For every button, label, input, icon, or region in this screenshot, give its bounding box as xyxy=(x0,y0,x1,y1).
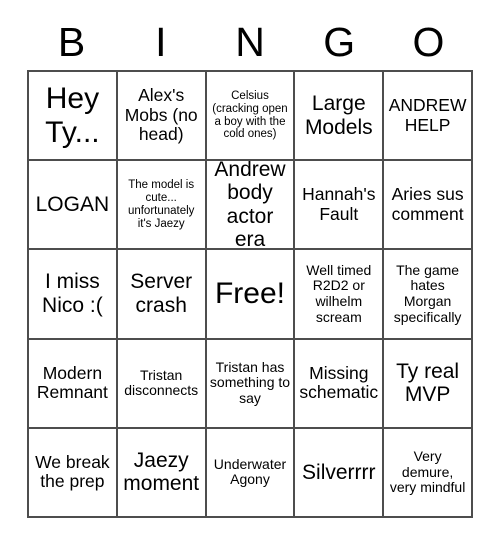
bingo-cell-g5[interactable]: Silverrrr xyxy=(295,428,385,518)
bingo-cell-text: Andrew body actor era xyxy=(214,161,286,251)
bingo-cell-b4[interactable]: Modern Remnant xyxy=(29,339,118,429)
bingo-cell-text: Missing schematic xyxy=(299,362,379,403)
bingo-header-letter-b: B xyxy=(57,18,86,65)
bingo-cell-g4[interactable]: Missing schematic xyxy=(295,339,385,429)
bingo-cell-o5[interactable]: Very demure, very mindful xyxy=(384,428,473,518)
bingo-cell-o4[interactable]: Ty real MVP xyxy=(384,339,473,429)
bingo-cell-n4[interactable]: Tristan has something to say xyxy=(206,339,296,429)
bingo-cell-g1[interactable]: Large Models xyxy=(295,72,385,162)
bingo-cell-n1[interactable]: Celsius (cracking open a boy with the co… xyxy=(206,72,296,162)
bingo-cell-text: Server crash xyxy=(130,270,193,317)
bingo-card: B I N G O Hey Ty... Alex's Mobs (no head… xyxy=(0,0,500,544)
bingo-cell-text: Well timed R2D2 or wilhelm scream xyxy=(306,261,372,325)
bingo-cell-text: Very demure, very mindful xyxy=(389,447,466,496)
bingo-cell-b2[interactable]: LOGAN xyxy=(29,161,118,251)
bingo-cell-i5[interactable]: Jaezy moment xyxy=(117,428,207,518)
bingo-cell-text: We break the prep xyxy=(35,451,110,492)
bingo-cell-text: The model is cute... unfortunately it's … xyxy=(127,179,195,230)
bingo-cell-text: Hannah's Fault xyxy=(302,184,376,224)
bingo-cell-text: Celsius (cracking open a boy with the co… xyxy=(212,89,288,141)
bingo-cell-text: Aries sus comment xyxy=(391,184,464,224)
bingo-cell-text: ANDREW HELP xyxy=(388,95,467,135)
bingo-cell-text: Underwater Agony xyxy=(213,455,287,488)
bingo-cell-text: Tristan has something to say xyxy=(209,358,291,407)
bingo-cell-o2[interactable]: Aries sus comment xyxy=(384,161,473,251)
bingo-cell-i4[interactable]: Tristan disconnects xyxy=(117,339,207,429)
bingo-cell-text: Hey Ty... xyxy=(45,82,100,149)
bingo-cell-text: The game hates Morgan specifically xyxy=(393,261,462,325)
bingo-cell-text: I miss Nico :( xyxy=(42,270,103,317)
bingo-cell-text: Free! xyxy=(214,277,285,311)
bingo-header-letter-o: O xyxy=(412,18,445,65)
bingo-cell-b5[interactable]: We break the prep xyxy=(29,428,118,518)
bingo-header-row: B I N G O xyxy=(27,14,473,70)
bingo-cell-b3[interactable]: I miss Nico :( xyxy=(29,250,118,340)
bingo-cell-text: LOGAN xyxy=(35,193,110,217)
bingo-cell-i2[interactable]: The model is cute... unfortunately it's … xyxy=(117,161,207,251)
bingo-cell-free[interactable]: Free! xyxy=(206,250,296,340)
bingo-cell-o1[interactable]: ANDREW HELP xyxy=(384,72,473,162)
bingo-cell-g3[interactable]: Well timed R2D2 or wilhelm scream xyxy=(295,250,385,340)
bingo-cell-text: Jaezy moment xyxy=(123,448,200,496)
bingo-header-letter-i: I xyxy=(155,18,167,65)
bingo-cell-i1[interactable]: Alex's Mobs (no head) xyxy=(117,72,207,162)
bingo-header-letter-n: N xyxy=(235,18,265,65)
bingo-cell-text: Tristan disconnects xyxy=(124,366,199,399)
bingo-cell-i3[interactable]: Server crash xyxy=(117,250,207,340)
bingo-cell-text: Silverrrr xyxy=(302,460,376,484)
bingo-cell-n5[interactable]: Underwater Agony xyxy=(206,428,296,518)
bingo-cell-b1[interactable]: Hey Ty... xyxy=(29,72,118,162)
bingo-cell-n2[interactable]: Andrew body actor era xyxy=(206,161,296,251)
bingo-header-letter-g: G xyxy=(323,18,356,65)
bingo-cell-g2[interactable]: Hannah's Fault xyxy=(295,161,385,251)
bingo-cell-text: Alex's Mobs (no head) xyxy=(124,85,198,145)
bingo-cell-text: Large Models xyxy=(304,92,373,139)
bingo-cell-text: Ty real MVP xyxy=(396,359,460,407)
bingo-cell-text: Modern Remnant xyxy=(36,362,108,403)
bingo-cell-o3[interactable]: The game hates Morgan specifically xyxy=(384,250,473,340)
bingo-grid: Hey Ty... Alex's Mobs (no head) Celsius … xyxy=(27,70,473,518)
